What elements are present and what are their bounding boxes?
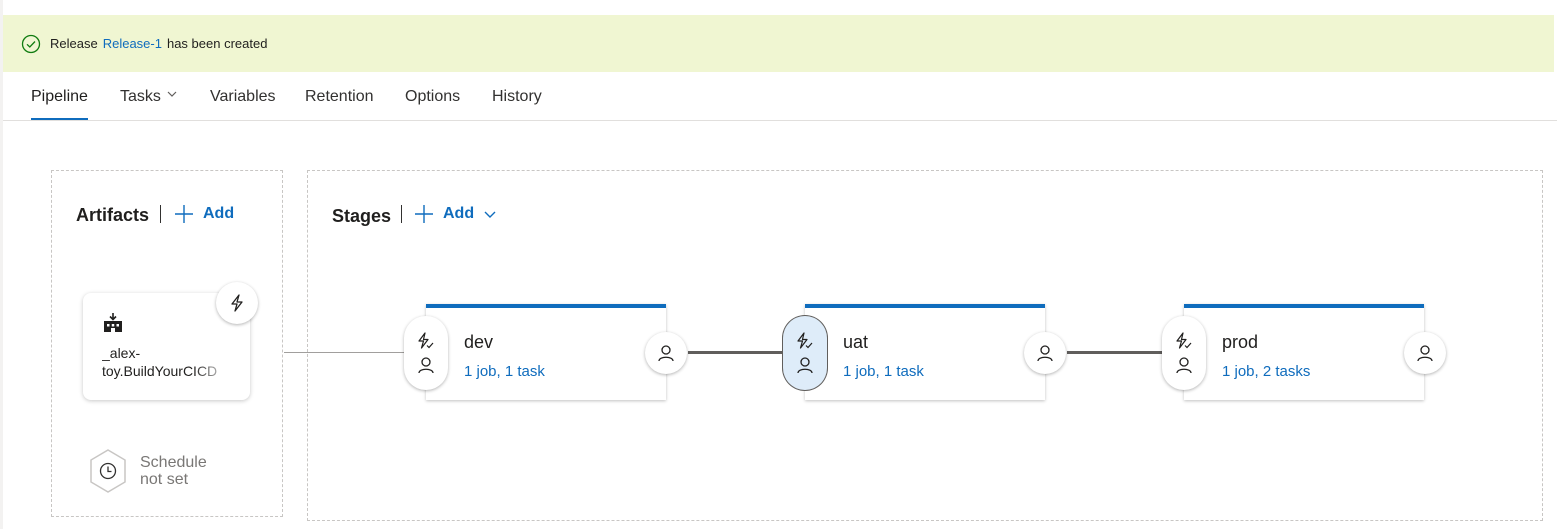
schedule-label: Schedule not set <box>140 454 207 488</box>
stage-name: prod <box>1222 332 1259 352</box>
schedule-trigger[interactable]: Schedule not set <box>88 448 207 494</box>
stages-separator <box>401 205 402 223</box>
person-icon <box>1176 357 1192 374</box>
chevron-down-icon <box>167 91 177 97</box>
stage-job-summary[interactable]: 1 job, 2 tasks <box>1222 363 1310 380</box>
post-deployment-conditions-prod[interactable] <box>1404 332 1446 374</box>
lightning-check-icon <box>418 332 434 349</box>
plus-icon <box>175 205 193 223</box>
chevron-down-icon <box>484 211 496 218</box>
lightning-icon <box>231 294 243 312</box>
stage-card-dev[interactable]: dev 1 job, 1 task <box>426 304 666 400</box>
tab-pipeline[interactable]: Pipeline <box>31 88 88 120</box>
stage-card-prod[interactable]: prod 1 job, 2 tasks <box>1184 304 1424 400</box>
tab-variables[interactable]: Variables <box>210 88 276 106</box>
add-artifact-label: Add <box>203 205 235 222</box>
tab-retention-label: Retention <box>305 88 374 105</box>
pre-deployment-conditions-prod[interactable] <box>1162 316 1206 390</box>
add-stage-button[interactable]: Add <box>414 204 496 224</box>
banner-prefix: Release <box>50 36 98 51</box>
schedule-line2: not set <box>140 471 189 488</box>
artifact-name-line1: _alex- <box>102 345 141 361</box>
release-pipeline-editor: Release Release-1 has been created Pipel… <box>0 0 1557 529</box>
person-icon <box>1417 345 1433 362</box>
tab-bar: Pipeline Tasks Variables Retention Optio… <box>3 72 1557 121</box>
tab-options[interactable]: Options <box>405 88 460 106</box>
post-deployment-conditions-uat[interactable] <box>1024 332 1066 374</box>
stage-name: dev <box>464 332 494 352</box>
artifact-name: _alex- toy.BuildYourCICD <box>102 344 232 380</box>
release-link[interactable]: Release-1 <box>103 36 162 51</box>
pre-deployment-conditions-dev[interactable] <box>404 316 448 390</box>
stages-title: Stages <box>332 206 392 226</box>
person-icon <box>658 345 674 362</box>
person-icon <box>797 357 813 374</box>
tab-tasks[interactable]: Tasks <box>120 88 177 106</box>
tab-history-label: History <box>492 88 542 105</box>
stage-name: uat <box>843 332 869 352</box>
uat-to-prod-connector <box>1067 351 1164 354</box>
tab-tasks-label: Tasks <box>120 88 161 105</box>
tab-variables-label: Variables <box>210 88 276 105</box>
check-circle-icon <box>21 34 41 53</box>
banner-suffix: has been created <box>166 36 268 51</box>
lightning-check-icon <box>797 332 813 349</box>
person-icon <box>418 357 434 374</box>
tab-options-label: Options <box>405 88 461 105</box>
pre-deployment-conditions-uat[interactable] <box>783 316 827 390</box>
lightning-check-icon <box>1176 332 1192 349</box>
top-spacer <box>0 0 1557 15</box>
add-stage-label: Add <box>443 205 475 222</box>
dev-to-uat-connector <box>688 351 785 354</box>
artifacts-title: Artifacts <box>76 205 150 225</box>
stage-job-summary[interactable]: 1 job, 1 task <box>464 363 545 380</box>
person-icon <box>1037 345 1053 362</box>
tab-history[interactable]: History <box>492 88 542 106</box>
add-artifact-button[interactable]: Add <box>174 204 234 224</box>
artifacts-separator <box>160 205 161 223</box>
tab-pipeline-label: Pipeline <box>31 88 88 105</box>
success-banner: Release Release-1 has been created <box>3 15 1554 72</box>
post-deployment-conditions-dev[interactable] <box>645 332 687 374</box>
stage-card-uat[interactable]: uat 1 job, 1 task <box>805 304 1045 400</box>
build-pipeline-icon <box>104 313 122 332</box>
plus-icon <box>415 205 433 223</box>
artifact-name-line2: toy.BuildYourCICD <box>102 363 218 379</box>
tab-retention[interactable]: Retention <box>305 88 374 106</box>
artifact-to-dev-connector <box>284 352 406 353</box>
clock-icon <box>90 449 126 493</box>
stage-job-summary[interactable]: 1 job, 1 task <box>843 363 924 380</box>
continuous-deployment-trigger-button[interactable] <box>216 282 258 324</box>
schedule-line1: Schedule <box>140 454 207 471</box>
